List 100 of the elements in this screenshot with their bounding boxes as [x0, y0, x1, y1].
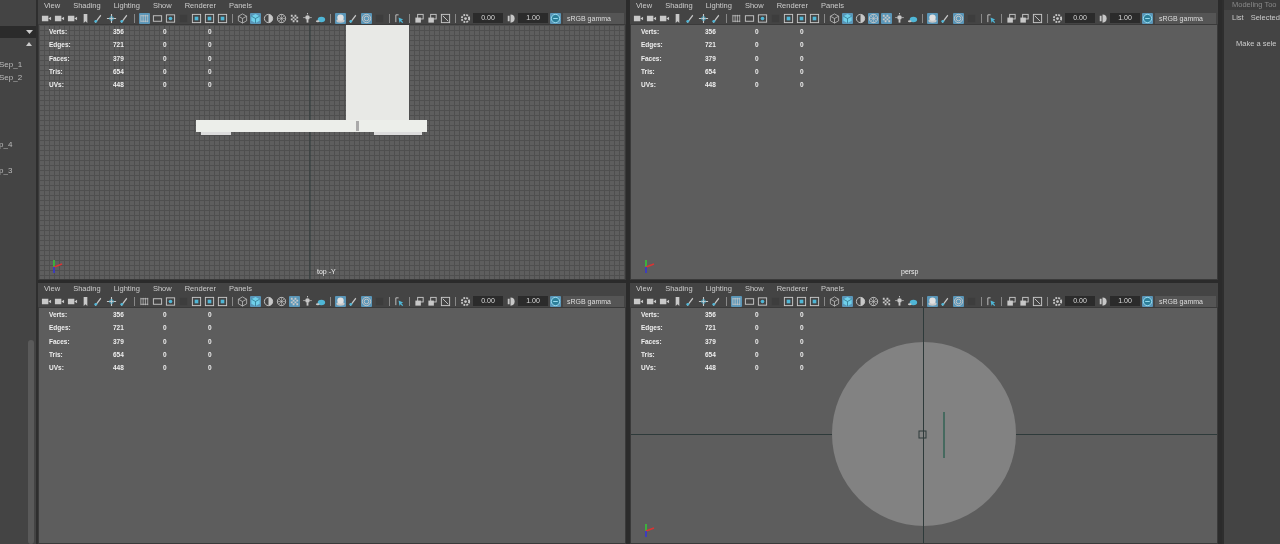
chart-button[interactable]: [191, 12, 202, 24]
chart-button[interactable]: [783, 295, 794, 307]
chart-button[interactable]: [809, 295, 820, 307]
mesh-sphere-button[interactable]: [868, 12, 879, 24]
half-sphere-button[interactable]: [855, 12, 866, 24]
scroll-up-icon[interactable]: [26, 42, 32, 46]
windows-button[interactable]: [1006, 12, 1017, 24]
sphere-button[interactable]: [335, 12, 346, 24]
grid-button[interactable]: [731, 295, 742, 307]
chart-button[interactable]: [204, 12, 215, 24]
checker-button[interactable]: [289, 12, 300, 24]
windows-button[interactable]: [414, 295, 425, 307]
outliner-item[interactable]: Sep_2: [0, 71, 36, 84]
move-button[interactable]: [106, 295, 117, 307]
ring-button[interactable]: [953, 12, 964, 24]
color-button[interactable]: [550, 12, 561, 24]
outliner-item[interactable]: p_4: [0, 138, 36, 151]
frame-dot-button[interactable]: [165, 12, 176, 24]
half-circle-button[interactable]: [1097, 12, 1108, 24]
dropdown-field[interactable]: [0, 26, 36, 38]
chart-button[interactable]: [204, 295, 215, 307]
color-button[interactable]: [1142, 12, 1153, 24]
light-bulb-button[interactable]: [302, 12, 313, 24]
gear-button[interactable]: [460, 295, 471, 307]
brush-button[interactable]: [711, 295, 722, 307]
light-bulb-button[interactable]: [894, 12, 905, 24]
brush-button[interactable]: [685, 12, 696, 24]
color-button[interactable]: [550, 295, 561, 307]
sphere-button[interactable]: [927, 12, 938, 24]
gear-button[interactable]: [1052, 295, 1063, 307]
chart-button[interactable]: [796, 295, 807, 307]
checker-button[interactable]: [881, 295, 892, 307]
brush-button[interactable]: [685, 295, 696, 307]
grid-button[interactable]: [139, 12, 150, 24]
half-sphere-button[interactable]: [855, 295, 866, 307]
arrow-button[interactable]: [394, 12, 405, 24]
brush-button[interactable]: [940, 12, 951, 24]
brush-button[interactable]: [348, 12, 359, 24]
chart-button[interactable]: [217, 12, 228, 24]
arrow-button[interactable]: [394, 295, 405, 307]
brush-button[interactable]: [348, 295, 359, 307]
mesh-sphere-button[interactable]: [276, 295, 287, 307]
half-circle-button[interactable]: [505, 12, 516, 24]
frame-button[interactable]: [744, 12, 755, 24]
solid-cube-button[interactable]: [842, 295, 853, 307]
frame-dot-button[interactable]: [757, 295, 768, 307]
ring-button[interactable]: [361, 12, 372, 24]
cube-button[interactable]: [829, 12, 840, 24]
chart-button[interactable]: [809, 12, 820, 24]
resize-button[interactable]: [440, 295, 451, 307]
gear-button[interactable]: [1052, 12, 1063, 24]
mesh-sphere-button[interactable]: [868, 295, 879, 307]
checker-button[interactable]: [289, 295, 300, 307]
brush-button[interactable]: [119, 295, 130, 307]
ring-button[interactable]: [361, 295, 372, 307]
grid-button[interactable]: [139, 295, 150, 307]
half-circle-button[interactable]: [505, 295, 516, 307]
checker-button[interactable]: [881, 12, 892, 24]
brush-button[interactable]: [119, 12, 130, 24]
outliner-item[interactable]: p_3: [0, 164, 36, 177]
frame-button[interactable]: [744, 295, 755, 307]
outliner-item[interactable]: Sep_1: [0, 58, 36, 71]
move-button[interactable]: [698, 295, 709, 307]
color-button[interactable]: [1142, 295, 1153, 307]
solid-cube-button[interactable]: [842, 12, 853, 24]
light-bulb-button[interactable]: [302, 295, 313, 307]
mesh-sphere-button[interactable]: [276, 12, 287, 24]
gear-button[interactable]: [460, 12, 471, 24]
half-sphere-button[interactable]: [263, 295, 274, 307]
windows-button[interactable]: [427, 295, 438, 307]
windows-button[interactable]: [414, 12, 425, 24]
light-bulb-button[interactable]: [894, 295, 905, 307]
move-button[interactable]: [106, 12, 117, 24]
solid-cube-button[interactable]: [250, 12, 261, 24]
ring-button[interactable]: [953, 295, 964, 307]
frame-dot-button[interactable]: [165, 295, 176, 307]
arrow-button[interactable]: [986, 295, 997, 307]
frame-button[interactable]: [152, 12, 163, 24]
cube-button[interactable]: [829, 295, 840, 307]
resize-button[interactable]: [1032, 295, 1043, 307]
windows-button[interactable]: [1019, 295, 1030, 307]
half-sphere-button[interactable]: [263, 12, 274, 24]
chart-button[interactable]: [217, 295, 228, 307]
brush-button[interactable]: [93, 295, 104, 307]
grid-button[interactable]: [731, 12, 742, 24]
solid-cube-button[interactable]: [250, 295, 261, 307]
arrow-button[interactable]: [986, 12, 997, 24]
windows-button[interactable]: [1006, 295, 1017, 307]
resize-button[interactable]: [1032, 12, 1043, 24]
resize-button[interactable]: [440, 12, 451, 24]
frame-dot-button[interactable]: [757, 12, 768, 24]
half-circle-button[interactable]: [1097, 295, 1108, 307]
chart-button[interactable]: [783, 12, 794, 24]
brush-button[interactable]: [940, 295, 951, 307]
windows-button[interactable]: [427, 12, 438, 24]
chart-button[interactable]: [796, 12, 807, 24]
cube-button[interactable]: [237, 295, 248, 307]
frame-button[interactable]: [152, 295, 163, 307]
sphere-button[interactable]: [335, 295, 346, 307]
brush-button[interactable]: [711, 12, 722, 24]
